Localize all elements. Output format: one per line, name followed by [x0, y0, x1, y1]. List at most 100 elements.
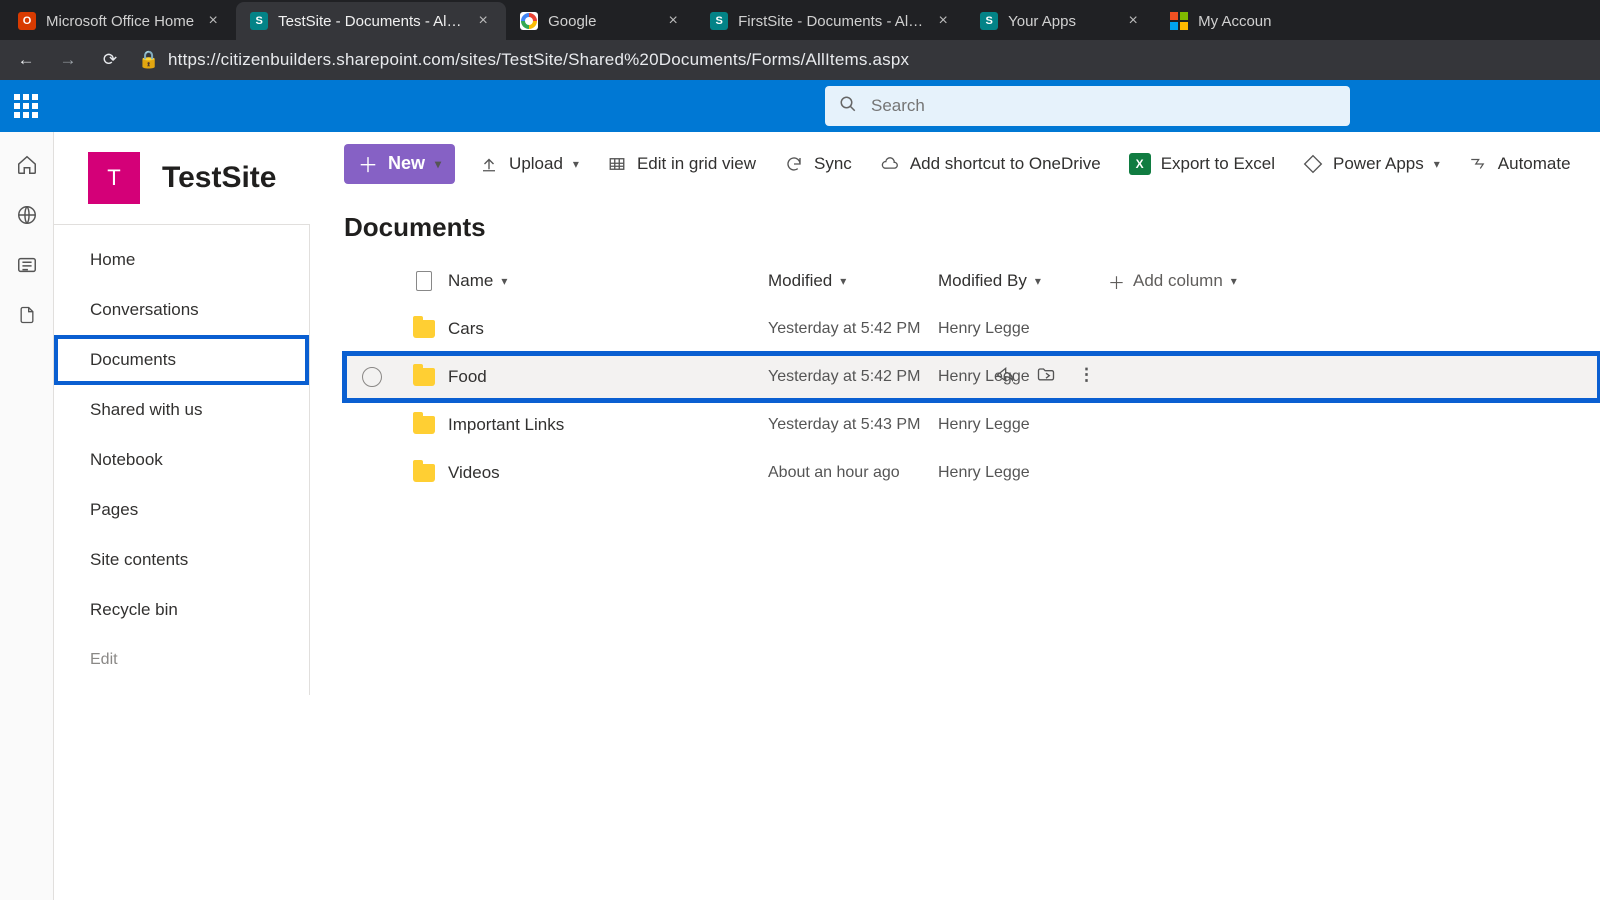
close-icon[interactable]: ×	[474, 12, 492, 30]
modified-by-column-header[interactable]: Modified By ▾	[938, 271, 1108, 291]
close-icon[interactable]: ×	[664, 12, 682, 30]
chevron-down-icon: ▾	[573, 157, 579, 171]
more-actions-icon[interactable]: ⋮	[1078, 365, 1097, 390]
chevron-down-icon: ▾	[435, 157, 441, 171]
export-excel-button[interactable]: X Export to Excel	[1125, 144, 1279, 184]
nav-site-contents[interactable]: Site contents	[54, 535, 309, 585]
nav-home[interactable]: Home	[54, 235, 309, 285]
folder-icon	[400, 368, 448, 386]
google-icon	[520, 12, 538, 30]
column-header-row: Name ▾ Modified ▾ Modified By ▾ ＋ Add co…	[344, 257, 1600, 305]
search-icon	[839, 95, 857, 118]
chevron-down-icon: ▾	[1035, 274, 1041, 288]
browser-tab[interactable]: My Accoun	[1156, 2, 1285, 40]
folder-icon	[400, 320, 448, 338]
automate-label: Automate	[1498, 154, 1571, 174]
nav-conversations[interactable]: Conversations	[54, 285, 309, 335]
nav-documents[interactable]: Documents	[54, 335, 309, 385]
tab-title: Your Apps	[1008, 13, 1114, 30]
browser-tab[interactable]: Google ×	[506, 2, 696, 40]
list-row[interactable]: Videos About an hour ago Henry Legge	[344, 449, 1600, 497]
item-name[interactable]: Cars	[448, 319, 768, 339]
command-bar: ＋ New ▾ Upload ▾ Edit in grid view	[344, 132, 1600, 196]
sharepoint-icon: S	[980, 12, 998, 30]
site-logo[interactable]: T	[88, 152, 140, 204]
folder-icon	[400, 464, 448, 482]
nav-shared-with-us[interactable]: Shared with us	[54, 385, 309, 435]
reload-button[interactable]: ⟳	[96, 50, 124, 70]
library-title: Documents	[344, 212, 1600, 243]
search-input[interactable]	[871, 96, 1336, 116]
sync-button[interactable]: Sync	[780, 144, 856, 184]
name-column-header[interactable]: Name ▾	[448, 271, 768, 291]
share-icon[interactable]	[994, 365, 1014, 390]
browser-tab[interactable]: S FirstSite - Documents - All Docu ×	[696, 2, 966, 40]
tab-title: Microsoft Office Home	[46, 13, 194, 30]
close-icon[interactable]: ×	[934, 12, 952, 30]
home-icon[interactable]	[16, 154, 38, 176]
add-column-button[interactable]: ＋ Add column ▾	[1108, 269, 1308, 294]
nav-pages[interactable]: Pages	[54, 485, 309, 535]
nav-notebook[interactable]: Notebook	[54, 435, 309, 485]
power-apps-icon	[1303, 154, 1323, 174]
app-launcher[interactable]	[0, 80, 52, 132]
edit-grid-label: Edit in grid view	[637, 154, 756, 174]
new-button[interactable]: ＋ New ▾	[344, 144, 455, 184]
sharepoint-icon: S	[250, 12, 268, 30]
globe-icon[interactable]	[16, 204, 38, 226]
plus-icon: ＋	[358, 149, 378, 178]
search-box[interactable]	[825, 86, 1350, 126]
excel-icon: X	[1129, 153, 1151, 175]
browser-tab-strip: O Microsoft Office Home × S TestSite - D…	[0, 0, 1600, 40]
browser-tab[interactable]: O Microsoft Office Home ×	[4, 2, 236, 40]
upload-button[interactable]: Upload ▾	[475, 144, 583, 184]
news-icon[interactable]	[16, 254, 38, 276]
edit-grid-button[interactable]: Edit in grid view	[603, 144, 760, 184]
list-row[interactable]: Cars Yesterday at 5:42 PM Henry Legge	[344, 305, 1600, 353]
item-name[interactable]: Videos	[448, 463, 768, 483]
upload-label: Upload	[509, 154, 563, 174]
tab-title: My Accoun	[1198, 13, 1271, 30]
row-select[interactable]	[344, 367, 400, 387]
url-text[interactable]: https://citizenbuilders.sharepoint.com/s…	[168, 50, 909, 70]
sync-icon	[784, 154, 804, 174]
files-icon[interactable]	[16, 304, 38, 326]
browser-tab[interactable]: S Your Apps ×	[966, 2, 1156, 40]
chevron-down-icon: ▾	[1231, 274, 1237, 288]
nav-recycle-bin[interactable]: Recycle bin	[54, 585, 309, 635]
plus-icon: ＋	[1108, 269, 1125, 294]
browser-tab[interactable]: S TestSite - Documents - All Docu ×	[236, 2, 506, 40]
modified-column-header[interactable]: Modified ▾	[768, 271, 938, 291]
address-bar: ← → ⟳ 🔒 https://citizenbuilders.sharepoi…	[0, 40, 1600, 80]
close-icon[interactable]: ×	[204, 12, 222, 30]
open-location-icon[interactable]	[1036, 365, 1056, 390]
grid-icon	[607, 154, 627, 174]
item-modified-by: Henry Legge	[938, 464, 1108, 482]
chevron-down-icon: ▾	[840, 274, 846, 288]
waffle-icon	[14, 94, 38, 118]
power-apps-button[interactable]: Power Apps ▾	[1299, 144, 1444, 184]
tab-title: FirstSite - Documents - All Docu	[738, 13, 924, 30]
item-name[interactable]: Food	[448, 367, 768, 387]
onedrive-shortcut-icon	[880, 154, 900, 174]
type-column-header[interactable]	[400, 271, 448, 291]
nav-edit[interactable]: Edit	[54, 635, 309, 685]
sharepoint-icon: S	[710, 12, 728, 30]
upload-icon	[479, 154, 499, 174]
export-excel-label: Export to Excel	[1161, 154, 1275, 174]
add-shortcut-button[interactable]: Add shortcut to OneDrive	[876, 144, 1105, 184]
app-rail	[0, 132, 54, 900]
list-row[interactable]: Food Yesterday at 5:42 PM Henry Legge ⋮	[344, 353, 1600, 401]
chevron-down-icon: ▾	[1434, 157, 1440, 171]
item-modified-by: Henry Legge	[938, 416, 1108, 434]
automate-button[interactable]: Automate	[1464, 144, 1575, 184]
name-header-label: Name	[448, 271, 493, 291]
close-icon[interactable]: ×	[1124, 12, 1142, 30]
sync-label: Sync	[814, 154, 852, 174]
item-name[interactable]: Important Links	[448, 415, 768, 435]
forward-button[interactable]: →	[54, 50, 82, 70]
back-button[interactable]: ←	[12, 50, 40, 70]
left-column: T TestSite Home Conversations Documents …	[54, 132, 310, 900]
list-row[interactable]: Important Links Yesterday at 5:43 PM Hen…	[344, 401, 1600, 449]
item-modified: Yesterday at 5:43 PM	[768, 416, 938, 434]
